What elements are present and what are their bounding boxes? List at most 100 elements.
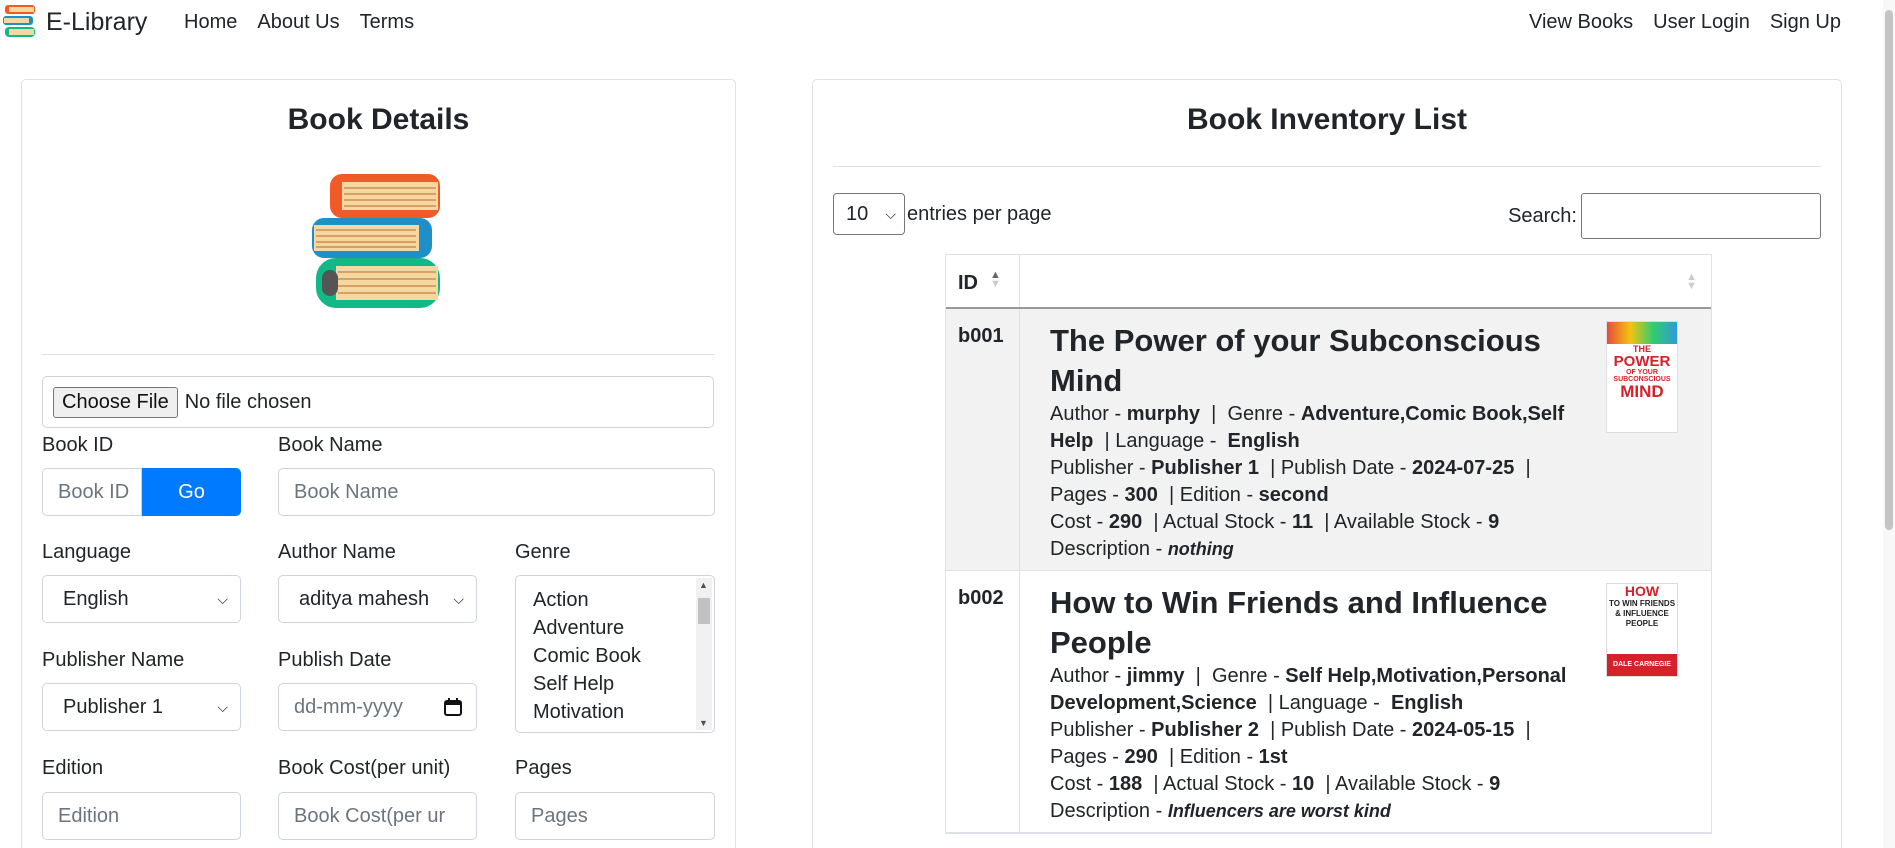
calendar-icon[interactable]	[444, 698, 462, 716]
cost-input[interactable]: Book Cost(per ur	[278, 792, 477, 840]
author-value: aditya mahesh	[299, 587, 430, 610]
page-scrollbar[interactable]	[1883, 0, 1895, 848]
scroll-up-icon[interactable]: ▲	[699, 580, 708, 590]
book-name-label: Book Name	[278, 434, 383, 456]
inventory-title: Book Inventory List	[1186, 103, 1468, 136]
chevron-down-icon: ⌵	[217, 590, 228, 607]
publish-date-value: 2024-07-25	[1412, 457, 1515, 479]
publisher-label: Publisher Name	[42, 649, 185, 671]
language-value: English	[1390, 692, 1464, 714]
language-select[interactable]: English ⌵	[42, 575, 241, 623]
nav-view-books[interactable]: View Books	[1519, 11, 1643, 34]
actual-stock-key: Actual Stock -	[1163, 773, 1292, 795]
search-input[interactable]	[1581, 193, 1821, 239]
genre-option[interactable]: Motivation	[516, 698, 714, 726]
publish-date-label: Publish Date	[278, 649, 392, 671]
book-title: How to Win Friends and Influence People	[1050, 585, 1548, 660]
genre-multiselect[interactable]: Action Adventure Comic Book Self Help Mo…	[515, 575, 715, 733]
cover-text: HOW	[1624, 583, 1660, 599]
book-id-label: Book ID	[42, 434, 114, 456]
publish-date-key: Publish Date -	[1280, 719, 1413, 741]
scroll-down-icon[interactable]: ▼	[699, 718, 708, 728]
genre-key: Genre -	[1227, 403, 1301, 425]
publisher-key: Publisher -	[1050, 457, 1152, 479]
nav-user-links: View Books User Login Sign Up	[1519, 11, 1851, 34]
actual-stock-value: 11	[1291, 511, 1314, 533]
pages-input[interactable]: Pages	[515, 792, 715, 840]
cover-text: POWER	[1613, 353, 1671, 370]
book-id-input[interactable]: Book ID	[42, 468, 142, 516]
edition-input[interactable]: Edition	[42, 792, 241, 840]
edition-value: second	[1258, 484, 1329, 506]
sort-icon[interactable]: ▲ ▼	[990, 270, 1001, 290]
chevron-down-icon: ⌵	[453, 590, 464, 607]
author-value: murphy	[1126, 403, 1201, 425]
sort-icon[interactable]: ▲ ▼	[1686, 272, 1697, 292]
language-label: Language	[42, 541, 131, 563]
publisher-value: Publisher 2	[1151, 719, 1259, 741]
cover-text: OF YOUR SUBCONSCIOUS	[1613, 369, 1671, 383]
choose-file-button[interactable]: Choose File	[53, 386, 178, 418]
publish-date-value: 2024-05-15	[1412, 719, 1515, 741]
publisher-value: Publisher 1	[63, 695, 164, 718]
cost-value: 290	[1108, 511, 1143, 533]
edition-key: Edition -	[1179, 484, 1259, 506]
column-id-header[interactable]: ID	[958, 272, 978, 295]
books-stack-icon	[312, 174, 440, 308]
entries-per-page-select[interactable]: 10 ⌵	[833, 193, 905, 235]
cover-text: TO WIN FRIENDS & INFLUENCE PEOPLE	[1608, 599, 1676, 628]
book-info: The Power of your Subconscious Mind Auth…	[1050, 321, 1590, 563]
inventory-table: ID ▲ ▼ ▲ ▼ b001 The Power of your Subconsc…	[945, 254, 1712, 834]
genre-key: Genre -	[1211, 665, 1286, 687]
language-value: English	[1227, 430, 1300, 452]
author-select[interactable]: aditya mahesh ⌵	[278, 575, 477, 623]
pages-key: Pages -	[1050, 484, 1125, 506]
books-logo-icon	[3, 5, 35, 37]
description-key: Description -	[1050, 538, 1168, 560]
scroll-thumb[interactable]	[698, 598, 710, 624]
book-name-input[interactable]: Book Name	[278, 468, 715, 516]
genre-option[interactable]: Self Help	[516, 670, 714, 698]
inventory-card: Book Inventory List 10 ⌵ entries per pag…	[812, 79, 1842, 848]
available-stock-value: 9	[1489, 773, 1501, 795]
publisher-select[interactable]: Publisher 1 ⌵	[42, 683, 241, 731]
book-details-card: Book Details Choose File No file chosen …	[21, 79, 736, 848]
nav-terms[interactable]: Terms	[350, 11, 424, 34]
nav-user-login[interactable]: User Login	[1643, 11, 1760, 34]
page-scroll-thumb[interactable]	[1885, 10, 1893, 530]
brand[interactable]: E-Library	[2, 3, 147, 41]
table-row[interactable]: b002 How to Win Friends and Influence Pe…	[946, 571, 1711, 833]
genre-option[interactable]: Action	[516, 586, 714, 614]
nav-home[interactable]: Home	[174, 11, 247, 34]
nav-main-links: Home About Us Terms	[174, 11, 424, 34]
book-meta: Author - jimmy | Genre - Self Help,Motiv…	[1050, 665, 1567, 822]
brand-name: E-Library	[46, 7, 148, 36]
divider	[42, 354, 715, 355]
cost-label: Book Cost(per unit)	[278, 757, 451, 779]
column-divider	[1019, 309, 1020, 570]
genre-option[interactable]: Comic Book	[516, 642, 714, 670]
genre-scrollbar[interactable]: ▲ ▼	[696, 578, 712, 730]
table-header: ID ▲ ▼ ▲ ▼	[946, 255, 1711, 309]
book-id: b002	[958, 587, 1004, 609]
genre-option[interactable]: Adventure	[516, 614, 714, 642]
nav-sign-up[interactable]: Sign Up	[1760, 11, 1851, 34]
go-button[interactable]: Go	[142, 468, 241, 516]
cost-key: Cost -	[1050, 511, 1109, 533]
column-divider	[1019, 571, 1020, 832]
table-row[interactable]: b001 The Power of your Subconscious Mind…	[946, 309, 1711, 571]
cover-file-input[interactable]: Choose File No file chosen	[42, 376, 714, 428]
navbar: E-Library Home About Us Terms View Books…	[0, 0, 1875, 46]
nav-about-us[interactable]: About Us	[247, 11, 349, 34]
publish-date-input[interactable]: dd-mm-yyyy	[278, 683, 477, 731]
description-key: Description -	[1050, 800, 1168, 822]
actual-stock-key: Actual Stock -	[1163, 511, 1292, 533]
divider	[833, 166, 1821, 167]
available-stock-key: Available Stock -	[1335, 773, 1490, 795]
genre-label: Genre	[515, 541, 571, 563]
book-cover-image: THE POWER OF YOUR SUBCONSCIOUS MIND	[1606, 321, 1678, 433]
cover-text: MIND	[1620, 382, 1664, 401]
edition-key: Edition -	[1179, 746, 1259, 768]
book-cover-image: HOW TO WIN FRIENDS & INFLUENCE PEOPLE DA…	[1606, 583, 1678, 677]
search-control: Search:	[1508, 193, 1821, 239]
